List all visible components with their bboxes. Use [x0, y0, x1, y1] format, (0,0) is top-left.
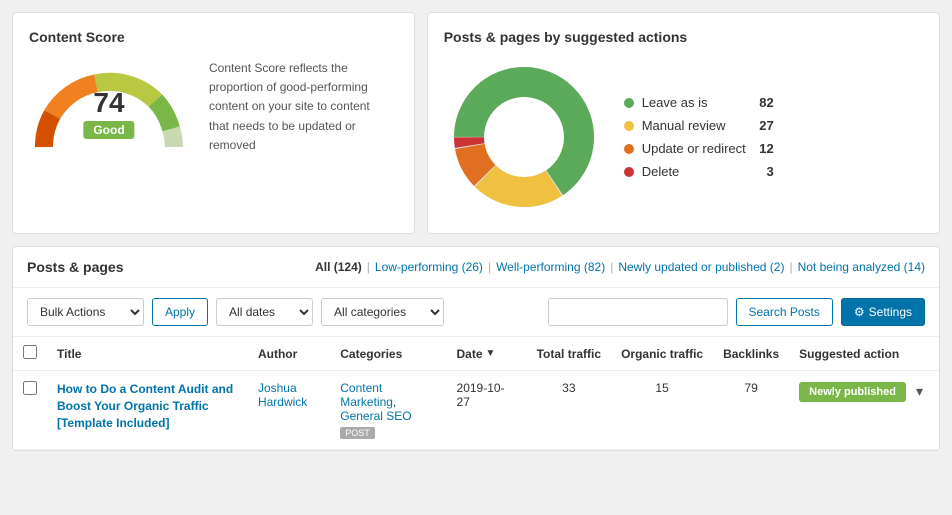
- legend-value: 12: [754, 141, 774, 156]
- filter-tab-low[interactable]: Low-performing (26): [375, 260, 483, 274]
- gauge-number: 74: [83, 89, 134, 117]
- row-title-cell: How to Do a Content Audit and Boost Your…: [47, 371, 248, 450]
- row-backlinks-cell: 79: [713, 371, 789, 450]
- gauge-label: Good: [83, 121, 134, 139]
- donut-section: Leave as is 82 Manual review 27 Update o…: [444, 57, 923, 217]
- row-author-cell: Joshua Hardwick: [248, 371, 330, 450]
- posts-section: Posts & pages All (124) | Low-performing (…: [12, 246, 940, 451]
- toolbar: Bulk Actions Apply All dates All categor…: [13, 288, 939, 337]
- legend-dot: [624, 98, 634, 108]
- action-badge: Newly published: [799, 382, 906, 402]
- category-link[interactable]: General SEO: [340, 409, 411, 423]
- gauge-wrapper: 74 Good: [29, 57, 189, 157]
- posts-section-title: Posts & pages: [27, 259, 123, 275]
- th-checkbox: [13, 337, 47, 371]
- content-score-panel: Content Score: [12, 12, 415, 234]
- filter-tab-notanalyzed[interactable]: Not being analyzed (14): [798, 260, 925, 274]
- legend-dot: [624, 144, 634, 154]
- legend-label: Update or redirect: [642, 141, 746, 156]
- row-categories-cell: Content Marketing, General SEOPOST: [330, 371, 446, 450]
- gear-icon: ⚙: [854, 306, 865, 318]
- all-dates-select[interactable]: All dates: [216, 298, 313, 326]
- filter-tab-well[interactable]: Well-performing (82): [496, 260, 605, 274]
- filter-tab-separator: |: [488, 260, 491, 274]
- filter-tab-link-low[interactable]: Low-performing (26): [375, 260, 483, 274]
- row-total-traffic-cell: 33: [527, 371, 611, 450]
- legend-item: Update or redirect 12: [624, 141, 774, 156]
- legend-value: 82: [754, 95, 774, 110]
- legend-label: Leave as is: [642, 95, 746, 110]
- content-score-title: Content Score: [29, 29, 398, 45]
- filter-tab-separator: |: [610, 260, 613, 274]
- bulk-actions-select[interactable]: Bulk Actions: [27, 298, 144, 326]
- posts-table: Title Author Categories Date ▼ Total tra…: [13, 337, 939, 450]
- table-row: How to Do a Content Audit and Boost Your…: [13, 371, 939, 450]
- sort-desc-icon: ▼: [486, 348, 496, 359]
- action-cell: Newly published ▾: [799, 381, 929, 402]
- toolbar-left: Bulk Actions Apply All dates All categor…: [27, 298, 540, 326]
- row-checkbox[interactable]: [23, 381, 37, 395]
- category-link[interactable]: Content Marketing: [340, 381, 393, 409]
- legend-label: Delete: [642, 164, 746, 179]
- donut-wrapper: [444, 57, 604, 217]
- legend: Leave as is 82 Manual review 27 Update o…: [624, 95, 774, 179]
- th-organic-traffic: Organic traffic: [611, 337, 713, 371]
- filter-tab-all[interactable]: All (124): [315, 260, 362, 274]
- gauge-description: Content Score reflects the proportion of…: [209, 59, 389, 155]
- legend-value: 27: [754, 118, 774, 133]
- expand-action-button[interactable]: ▾: [910, 381, 929, 402]
- filter-tab-link-notanalyzed[interactable]: Not being analyzed (14): [798, 260, 925, 274]
- filter-tab-link-well[interactable]: Well-performing (82): [496, 260, 605, 274]
- th-backlinks: Backlinks: [713, 337, 789, 371]
- legend-value: 3: [754, 164, 774, 179]
- gauge-score: 74 Good: [83, 89, 134, 139]
- legend-label: Manual review: [642, 118, 746, 133]
- donut-chart-panel: Posts & pages by suggested actions: [427, 12, 940, 234]
- legend-item: Manual review 27: [624, 118, 774, 133]
- post-title-link[interactable]: How to Do a Content Audit and Boost Your…: [57, 382, 233, 430]
- post-type-badge: POST: [340, 427, 375, 439]
- settings-label: Settings: [869, 306, 912, 318]
- filter-tab-separator: |: [789, 260, 792, 274]
- filter-tab-separator: |: [367, 260, 370, 274]
- th-date-label: Date: [457, 347, 483, 361]
- settings-button[interactable]: ⚙ Settings: [841, 298, 925, 326]
- row-suggested-action-cell: Newly published ▾: [789, 371, 939, 450]
- apply-button[interactable]: Apply: [152, 298, 208, 326]
- legend-item: Delete 3: [624, 164, 774, 179]
- donut-svg: [444, 57, 604, 217]
- th-author: Author: [248, 337, 330, 371]
- legend-dot: [624, 167, 634, 177]
- donut-chart-title: Posts & pages by suggested actions: [444, 29, 923, 45]
- row-organic-traffic-cell: 15: [611, 371, 713, 450]
- th-categories: Categories: [330, 337, 446, 371]
- search-input[interactable]: [548, 298, 728, 326]
- filter-tab-new[interactable]: Newly updated or published (2): [618, 260, 784, 274]
- row-checkbox-cell: [13, 371, 47, 450]
- author-link[interactable]: Joshua Hardwick: [258, 381, 307, 409]
- filter-tab-link-new[interactable]: Newly updated or published (2): [618, 260, 784, 274]
- filter-tabs: All (124) | Low-performing (26) | Well-perfo…: [315, 260, 925, 274]
- th-title: Title: [47, 337, 248, 371]
- select-all-checkbox[interactable]: [23, 345, 37, 359]
- posts-header: Posts & pages All (124) | Low-performing (…: [13, 247, 939, 288]
- all-categories-select[interactable]: All categories: [321, 298, 444, 326]
- legend-item: Leave as is 82: [624, 95, 774, 110]
- gauge-section: 74 Good Content Score reflects the propo…: [29, 57, 398, 157]
- th-total-traffic: Total traffic: [527, 337, 611, 371]
- th-suggested-action: Suggested action: [789, 337, 939, 371]
- legend-dot: [624, 121, 634, 131]
- th-date[interactable]: Date ▼: [447, 337, 527, 371]
- row-date-cell: 2019-10-27: [447, 371, 527, 450]
- toolbar-right: Search Posts ⚙ Settings: [548, 298, 926, 326]
- search-posts-button[interactable]: Search Posts: [736, 298, 833, 326]
- table-header-row: Title Author Categories Date ▼ Total tra…: [13, 337, 939, 371]
